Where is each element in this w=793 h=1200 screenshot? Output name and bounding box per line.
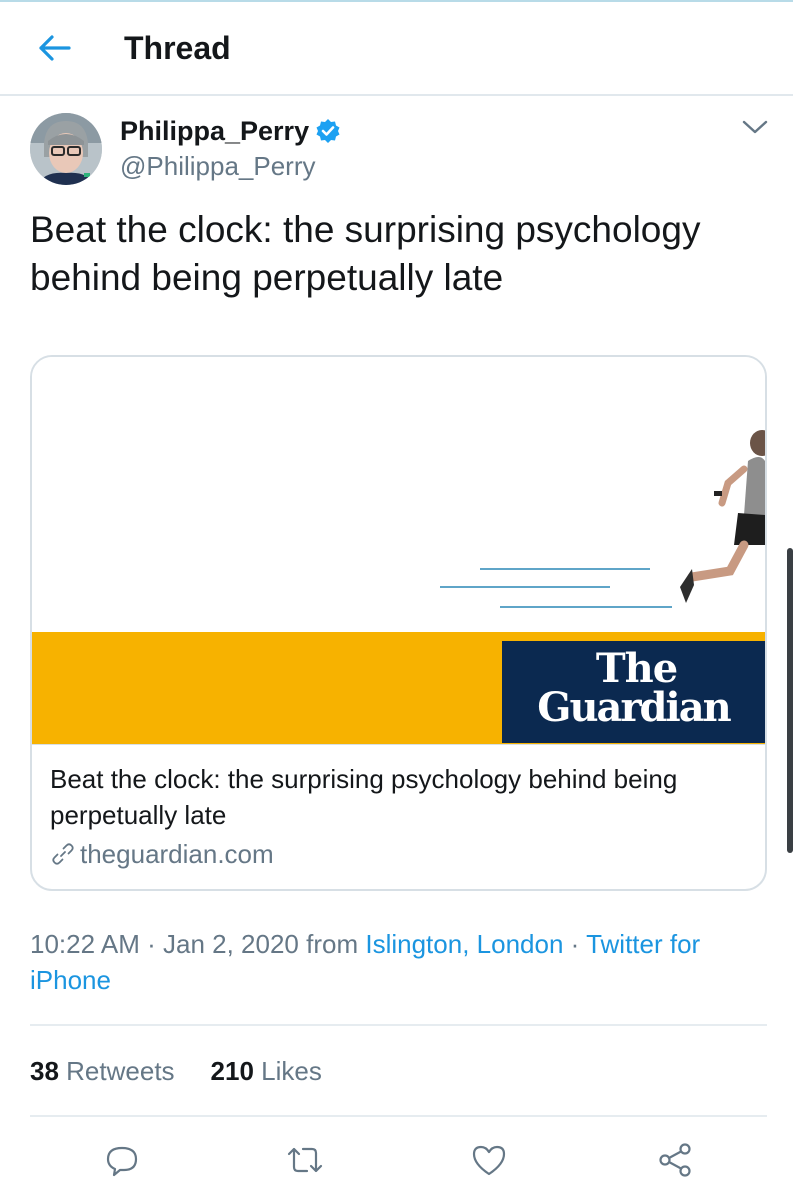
tweet-location[interactable]: Islington, London <box>365 929 563 959</box>
tweet-meta: 10:22 AM · Jan 2, 2020 from Islington, L… <box>30 926 770 998</box>
likes-count: 210 <box>210 1056 254 1086</box>
divider <box>30 1024 767 1026</box>
reply-button[interactable] <box>100 1138 144 1182</box>
retweets-stat[interactable]: 38 Retweets <box>30 1053 175 1089</box>
meta-separator: · <box>147 929 156 959</box>
page-title: Thread <box>124 30 231 66</box>
like-icon <box>472 1145 506 1176</box>
thread-page: Thread Philippa_Perry @Philippa_Perry Be… <box>0 0 793 1200</box>
author-name-text: Philippa_Perry <box>120 116 310 146</box>
share-icon <box>659 1143 691 1177</box>
top-bar: Thread <box>0 0 793 96</box>
card-domain: theguardian.com <box>50 837 274 871</box>
logo-line-guardian: Guardian <box>537 684 731 731</box>
from-label: from <box>306 929 359 959</box>
back-button[interactable] <box>34 28 74 68</box>
retweet-button[interactable] <box>283 1138 327 1182</box>
tweet-text: Beat the clock: the surprising psycholog… <box>30 209 701 298</box>
author-display-name[interactable]: Philippa_Perry <box>120 114 341 148</box>
avatar-image <box>30 113 102 185</box>
reply-icon <box>106 1146 138 1177</box>
tweet-time: 10:22 AM <box>30 929 140 959</box>
scrollbar-thumb[interactable] <box>787 548 793 853</box>
card-image: The Guardian <box>32 357 765 745</box>
card-domain-text: theguardian.com <box>80 839 274 869</box>
likes-stat[interactable]: 210 Likes <box>211 1053 322 1089</box>
verified-badge-icon <box>315 118 341 144</box>
likes-label: Likes <box>261 1056 322 1086</box>
tweet-stats: 38 Retweets 210 Likes <box>30 1053 358 1089</box>
retweets-label: Retweets <box>66 1056 175 1086</box>
logo-line-the: The <box>595 645 678 692</box>
share-button[interactable] <box>653 1138 697 1182</box>
card-title: Beat the clock: the surprising psycholog… <box>50 764 678 830</box>
avatar[interactable] <box>30 113 102 185</box>
author-handle[interactable]: @Philippa_Perry <box>120 150 315 182</box>
meta-separator-2: · <box>570 929 580 959</box>
link-card[interactable]: The Guardian Beat the clock: the surpris… <box>30 355 767 891</box>
link-icon <box>50 841 76 867</box>
tweet-date: Jan 2, 2020 <box>163 929 299 959</box>
arrow-left-icon <box>39 35 71 61</box>
like-button[interactable] <box>467 1138 511 1182</box>
divider <box>30 1115 767 1117</box>
retweets-count: 38 <box>30 1056 59 1086</box>
more-options-button[interactable] <box>737 112 773 142</box>
retweet-icon <box>287 1147 323 1173</box>
chevron-down-icon <box>742 120 768 134</box>
guardian-logo: The Guardian <box>502 641 765 743</box>
